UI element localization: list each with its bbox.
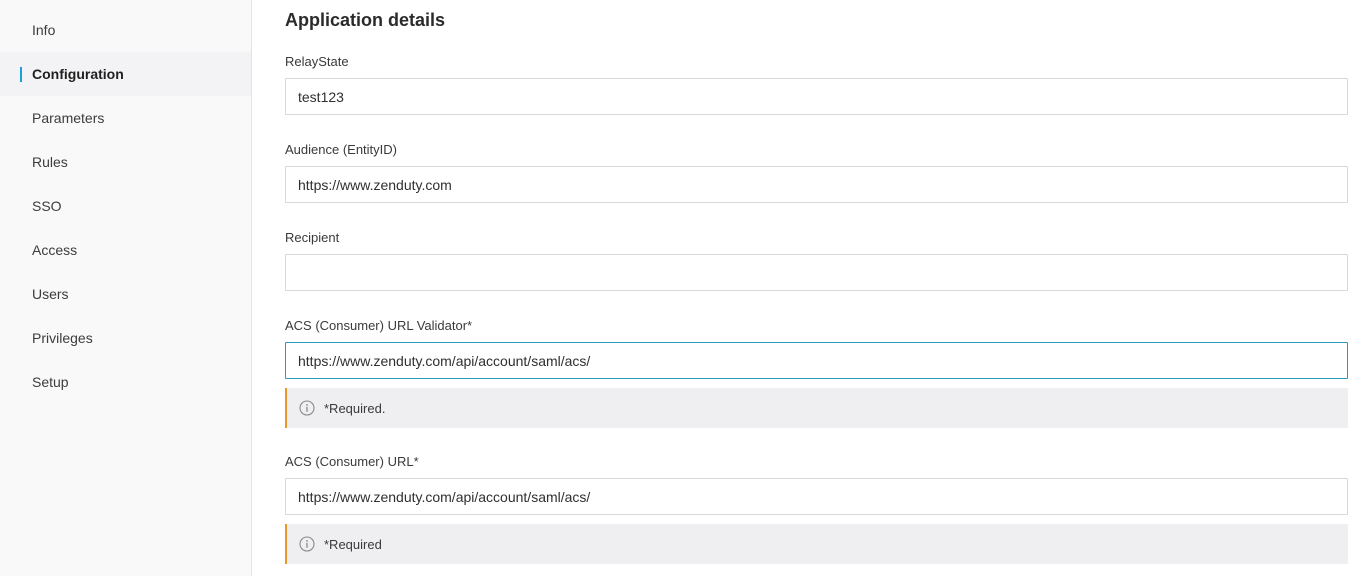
info-circle-icon: [299, 536, 315, 552]
relay-state-label: RelayState: [285, 54, 349, 69]
app-window: Info Configuration Parameters Rules SSO …: [0, 0, 1369, 576]
acs-url-notice: *Required: [285, 524, 1348, 564]
recipient-label: Recipient: [285, 230, 340, 245]
sidebar-item-privileges[interactable]: Privileges: [0, 316, 251, 360]
info-circle-icon: [299, 400, 315, 416]
sidebar-item-label: Setup: [32, 374, 69, 390]
sidebar-item-setup[interactable]: Setup: [0, 360, 251, 404]
notice-text: *Required: [324, 536, 382, 552]
sidebar-item-sso[interactable]: SSO: [0, 184, 251, 228]
acs-url-label: ACS (Consumer) URL*: [285, 454, 419, 469]
sidebar-item-parameters[interactable]: Parameters: [0, 96, 251, 140]
main-content: Application details RelayState Audience …: [252, 0, 1369, 576]
notice-text: *Required.: [324, 400, 386, 416]
acs-validator-label: ACS (Consumer) URL Validator*: [285, 318, 473, 333]
sidebar-item-access[interactable]: Access: [0, 228, 251, 272]
sidebar-item-label: Info: [32, 22, 56, 38]
sidebar-item-label: Users: [32, 286, 69, 302]
section-title: Application details: [285, 10, 446, 30]
sidebar-item-label: Privileges: [32, 330, 93, 346]
recipient-input[interactable]: [285, 254, 1348, 291]
sidebar: Info Configuration Parameters Rules SSO …: [0, 0, 252, 576]
sidebar-item-label: Parameters: [32, 110, 105, 126]
relay-state-input[interactable]: [285, 78, 1348, 115]
acs-validator-notice: *Required.: [285, 388, 1348, 428]
sidebar-item-label: SSO: [32, 198, 62, 214]
sidebar-item-configuration[interactable]: Configuration: [0, 52, 251, 96]
acs-validator-input[interactable]: [285, 342, 1348, 379]
audience-label: Audience (EntityID): [285, 142, 397, 157]
audience-input[interactable]: [285, 166, 1348, 203]
sidebar-item-rules[interactable]: Rules: [0, 140, 251, 184]
sidebar-item-users[interactable]: Users: [0, 272, 251, 316]
acs-url-input[interactable]: [285, 478, 1348, 515]
sidebar-item-label: Configuration: [32, 66, 124, 82]
sidebar-item-info[interactable]: Info: [0, 8, 251, 52]
sidebar-item-label: Access: [32, 242, 78, 258]
sidebar-item-label: Rules: [32, 154, 68, 170]
